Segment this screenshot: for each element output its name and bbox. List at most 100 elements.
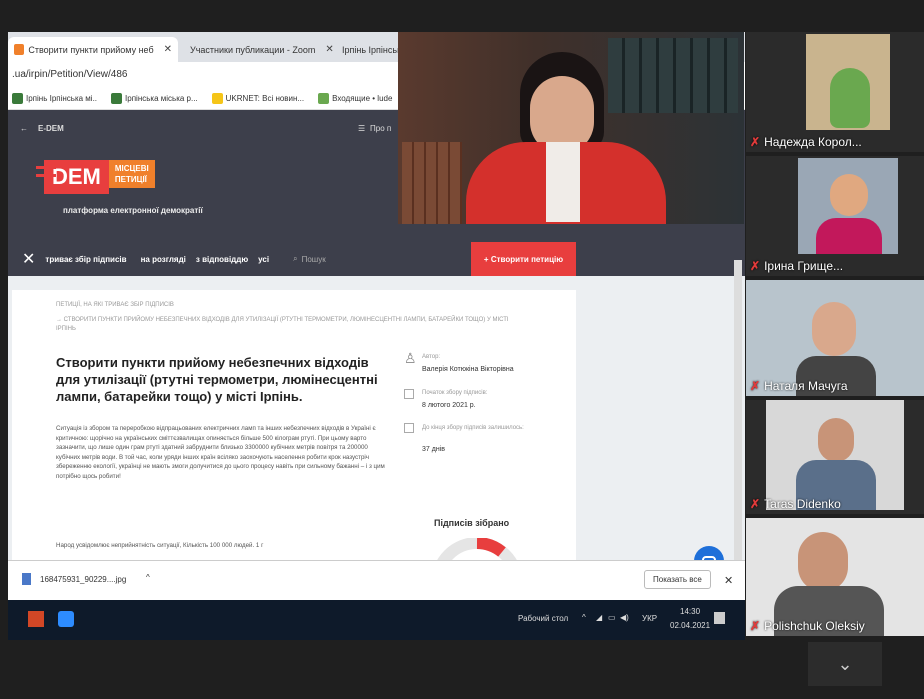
logo-sub2: ПЕТИЦІЇ	[114, 175, 147, 184]
powerpoint-icon[interactable]	[28, 611, 44, 627]
participant-tile[interactable]: ✗ Ірина Грище...	[746, 156, 924, 276]
logo-stripe	[36, 166, 56, 169]
book-spines	[608, 38, 738, 113]
participant-tile[interactable]: ✗ Polishchuk Oleksiy	[746, 518, 924, 636]
start-date: 8 лютого 2021 р.	[422, 402, 476, 409]
language-indicator[interactable]: УКР	[642, 614, 657, 623]
filter-collecting[interactable]: триває збір підписів	[45, 255, 126, 264]
participant-tile[interactable]: ✗ Надежда Корол...	[746, 32, 924, 152]
url-text: .ua/irpin/Petition/View/486	[12, 69, 128, 80]
participant-face	[812, 302, 856, 356]
end-value: 37 днів	[422, 446, 445, 453]
download-bar: 168475931_90229....jpg ^ Показать все ✕	[8, 560, 745, 600]
participant-name-tag: ✗ Polishchuk Oleksiy	[750, 619, 865, 633]
tab-petition[interactable]: Створити пункти прийому неб ✕	[8, 37, 178, 62]
menu-icon[interactable]: ☰	[358, 124, 365, 133]
windows-taskbar: Рабочий стол ^ ◢ ▭ ◀) УКР 14:30 02.04.20…	[8, 600, 745, 640]
bookmark-item[interactable]: Ірпінська міська р...	[111, 93, 198, 104]
breadcrumb-current: → СТВОРИТИ ПУНКТИ ПРИЙОМУ НЕБЕЗПЕЧНИХ ВІ…	[56, 317, 509, 332]
site-nav-about[interactable]: Про п	[370, 124, 391, 133]
bookmark-item[interactable]: UKRNET: Всі новин...	[211, 93, 304, 104]
scrollbar[interactable]	[734, 260, 742, 560]
participant-name: Polishchuk Oleksiy	[764, 619, 865, 633]
user-icon: ♙	[404, 350, 417, 366]
mic-muted-icon: ✗	[750, 619, 761, 633]
notifications-icon[interactable]	[714, 612, 725, 624]
close-icon[interactable]: ✕	[724, 574, 733, 587]
mic-muted-icon: ✗	[750, 497, 761, 511]
petition-favicon-icon	[14, 44, 25, 55]
chevron-down-icon[interactable]: ⌄	[808, 642, 882, 686]
bookmark-item[interactable]: Входящие • lude	[318, 93, 392, 104]
show-all-button[interactable]: Показать все	[644, 570, 711, 589]
clock-time: 14:30	[680, 607, 701, 616]
back-arrow-icon[interactable]: ←	[20, 124, 28, 133]
filter-all[interactable]: усі	[258, 255, 269, 264]
participant-name: Наталя Мачуга	[764, 379, 848, 393]
site-logo[interactable]: DEM МІСЦЕВІ ПЕТИЦІЇ	[36, 160, 155, 194]
presenter-video	[398, 32, 744, 224]
volume-icon: ◀)	[620, 613, 629, 622]
battery-icon: ▭	[608, 613, 616, 622]
calendar-icon	[404, 423, 414, 433]
book-spines	[402, 142, 462, 224]
author-name: Валерія Котюкіна Вікторівна	[422, 366, 514, 373]
participant-name: Taras Didenko	[764, 497, 841, 511]
participant-name-tag: ✗ Taras Didenko	[750, 497, 841, 511]
tab-zoom[interactable]: Участники публикации - Zoom ✕	[180, 37, 334, 62]
site-nav-back[interactable]: E-DEM	[38, 124, 64, 133]
participant-name: Надежда Корол...	[764, 135, 862, 149]
site-tagline: платформа електронної демократії	[63, 206, 203, 215]
tab-label: Ірпінь Ірпінська	[342, 44, 407, 55]
end-label: До кінця збору підписів залишилось:	[422, 425, 524, 431]
signatures-label: Підписів зібрано	[434, 518, 510, 528]
participant-figure	[830, 68, 870, 128]
logo-sub1: МІСЦЕВІ	[114, 164, 149, 173]
mic-muted-icon: ✗	[750, 379, 761, 393]
desktop-label[interactable]: Рабочий стол	[518, 614, 568, 623]
search-input[interactable]: Пошук	[302, 255, 326, 264]
create-petition-button[interactable]: + Створити петицію	[471, 242, 576, 276]
petition-body: Ситуація із збором та переробкою відпрац…	[56, 425, 385, 480]
start-label: Початок збору підписів:	[422, 390, 488, 396]
mic-muted-icon: ✗	[750, 259, 761, 273]
shield-icon	[111, 93, 123, 104]
logo-subtitle: МІСЦЕВІ ПЕТИЦІЇ	[108, 160, 155, 188]
chevron-up-icon[interactable]: ^	[582, 613, 586, 622]
participant-name-tag: ✗ Надежда Корол...	[750, 135, 862, 149]
clock-date: 02.04.2021	[670, 621, 711, 630]
close-icon[interactable]: ✕	[164, 44, 172, 55]
filter-review[interactable]: на розгляді	[141, 255, 186, 264]
participant-face	[830, 174, 868, 216]
participant-tile[interactable]: ✗ Taras Didenko	[746, 400, 924, 514]
calendar-icon	[404, 389, 414, 399]
bookmark-item[interactable]: Ірпінь Ірпінська мі..	[12, 93, 97, 104]
participant-face	[798, 532, 848, 592]
participant-name-tag: ✗ Ірина Грище...	[750, 259, 843, 273]
participant-face	[818, 418, 854, 462]
network-icon: ◢	[596, 613, 603, 622]
shield-icon	[12, 93, 23, 104]
chevron-up-icon[interactable]: ^	[146, 573, 150, 582]
filter-answered[interactable]: з відповіддю	[196, 255, 248, 264]
zoom-icon[interactable]	[58, 611, 74, 627]
presenter-blouse	[546, 142, 580, 222]
close-icon[interactable]: ✕	[22, 249, 35, 269]
tab-label: Створити пункти прийому неб	[28, 44, 154, 55]
logo-stripe	[36, 174, 56, 177]
search-icon[interactable]: ⌕	[293, 254, 297, 264]
participant-figure	[816, 218, 882, 254]
participant-name: Ірина Грище...	[764, 259, 844, 273]
participant-tile[interactable]: ✗ Наталя Мачуга	[746, 280, 924, 396]
participant-name-tag: ✗ Наталя Мачуга	[750, 379, 848, 393]
mic-muted-icon: ✗	[750, 135, 761, 149]
filter-bar: ✕ триває збір підписів на розгляді з від…	[8, 242, 745, 276]
breadcrumb[interactable]: ПЕТИЦІЇ, НА ЯКІ ТРИВАЄ ЗБІР ПІДПИСІВ	[56, 302, 174, 308]
petition-body-2: Народ усвідомлює неприйнятність ситуації…	[56, 542, 264, 549]
author-label: Автор:	[422, 354, 441, 360]
tab-label: Участники публикации - Zoom	[190, 44, 316, 55]
download-file-name[interactable]: 168475931_90229....jpg	[40, 575, 126, 584]
petition-card: ПЕТИЦІЇ, НА ЯКІ ТРИВАЄ ЗБІР ПІДПИСІВ → С…	[12, 290, 576, 580]
petition-title: Створити пункти прийому небезпечних відх…	[56, 355, 378, 404]
mail-icon	[318, 93, 330, 104]
